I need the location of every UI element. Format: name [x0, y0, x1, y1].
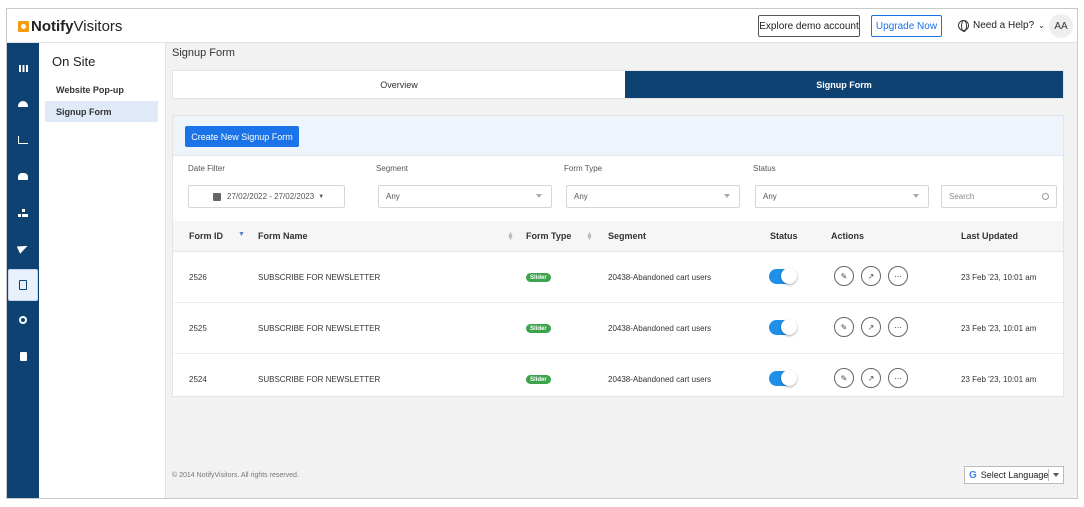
- submenu-title: On Site: [52, 54, 96, 69]
- form-id: 2526: [189, 273, 207, 282]
- table-header: Form ID ▼ Form Name ▲ ▼ Form Type ▲ ▼ Segm…: [173, 221, 1063, 252]
- more-options-icon[interactable]: ⋯: [888, 266, 908, 286]
- send-icon[interactable]: [7, 235, 39, 261]
- date-filter-field[interactable]: 27/02/2022 - 27/02/2023 ▼: [188, 185, 345, 208]
- dashboard-icon[interactable]: [7, 91, 39, 117]
- segment-name: 20438-Abandoned cart users: [608, 375, 712, 384]
- language-select[interactable]: G Select Language: [964, 466, 1064, 484]
- search-placeholder: Search: [949, 192, 975, 201]
- page-title: Signup Form: [172, 47, 235, 59]
- document-icon[interactable]: [7, 343, 39, 369]
- analytics-icon[interactable]: ↗: [861, 317, 881, 337]
- edit-icon[interactable]: ✎: [834, 368, 854, 388]
- form-type-badge: Slider: [526, 375, 551, 384]
- chevron-down-icon: ⌄: [1038, 21, 1045, 30]
- form-name[interactable]: SUBSCRIBE FOR NEWSLETTER: [258, 273, 380, 282]
- logo-icon: [18, 21, 29, 32]
- hierarchy-icon[interactable]: [7, 200, 39, 226]
- date-range-value: 27/02/2022 - 27/02/2023: [227, 192, 315, 201]
- table-row: 2525 SUBSCRIBE FOR NEWSLETTER Slider 204…: [173, 303, 1063, 354]
- caret-down-icon: [1053, 473, 1059, 477]
- status-value: Any: [763, 192, 777, 201]
- more-options-icon[interactable]: ⋯: [888, 368, 908, 388]
- status-toggle[interactable]: [769, 370, 797, 386]
- form-name[interactable]: SUBSCRIBE FOR NEWSLETTER: [258, 324, 380, 333]
- submenu: On Site Website Pop-up Signup Form: [39, 43, 166, 498]
- sort-icon[interactable]: ▲ ▼: [586, 231, 593, 242]
- column-header-status: Status: [770, 231, 798, 241]
- avatar[interactable]: AA: [1049, 14, 1073, 38]
- form-type-value: Any: [574, 192, 588, 201]
- form-type-select[interactable]: Any: [566, 185, 740, 208]
- last-updated: 23 Feb '23, 10:01 am: [961, 375, 1037, 384]
- left-nav-rail: [7, 43, 39, 498]
- caret-down-icon: ▼: [318, 193, 325, 200]
- form-type-filter-label: Form Type: [564, 164, 603, 173]
- segment-value: Any: [386, 192, 400, 201]
- status-toggle[interactable]: [769, 319, 797, 335]
- analytics-icon[interactable]: ↗: [861, 266, 881, 286]
- column-header-form-id[interactable]: Form ID: [189, 231, 223, 241]
- explore-demo-button[interactable]: Explore demo account: [758, 15, 860, 37]
- google-icon: G: [969, 469, 977, 481]
- sort-icon[interactable]: ▲ ▼: [507, 231, 514, 242]
- status-select[interactable]: Any: [755, 185, 929, 208]
- form-type-badge: Slider: [526, 273, 551, 282]
- dropdown-arrow-icon: [536, 194, 542, 198]
- logo-text-bold: Notify: [31, 18, 74, 35]
- edit-icon[interactable]: ✎: [834, 317, 854, 337]
- last-updated: 23 Feb '23, 10:01 am: [961, 324, 1037, 333]
- globe-icon: [958, 20, 969, 32]
- submenu-item-website-popup[interactable]: Website Pop-up: [45, 79, 158, 100]
- dropdown-arrow-icon: [913, 194, 919, 198]
- column-header-form-name[interactable]: Form Name: [258, 231, 308, 241]
- segment-name: 20438-Abandoned cart users: [608, 324, 712, 333]
- column-header-form-type[interactable]: Form Type: [526, 231, 571, 241]
- segment-select[interactable]: Any: [378, 185, 552, 208]
- analytics-icon[interactable]: ↗: [861, 368, 881, 388]
- search-input[interactable]: Search: [941, 185, 1057, 208]
- tab-bar: Overview Signup Form: [172, 70, 1064, 99]
- analytics-icon[interactable]: [7, 127, 39, 153]
- table-row: 2526 SUBSCRIBE FOR NEWSLETTER Slider 204…: [173, 252, 1063, 303]
- top-bar: NotifyVisitors Explore demo account Upgr…: [7, 9, 1077, 43]
- language-label: Select Language: [980, 470, 1049, 480]
- column-header-segment: Segment: [608, 231, 647, 241]
- column-header-last-updated: Last Updated: [961, 231, 1019, 241]
- tab-signup-form[interactable]: Signup Form: [625, 71, 1063, 98]
- logo-text-rest: Visitors: [73, 18, 123, 35]
- status-filter-label: Status: [753, 164, 776, 173]
- tab-overview[interactable]: Overview: [173, 71, 625, 98]
- logo[interactable]: NotifyVisitors: [18, 18, 122, 35]
- form-id: 2525: [189, 324, 207, 333]
- form-name[interactable]: SUBSCRIBE FOR NEWSLETTER: [258, 375, 380, 384]
- submenu-item-signup-form[interactable]: Signup Form: [45, 101, 158, 122]
- last-updated: 23 Feb '23, 10:01 am: [961, 273, 1037, 282]
- more-options-icon[interactable]: ⋯: [888, 317, 908, 337]
- form-id: 2524: [189, 375, 207, 384]
- create-signup-form-button[interactable]: Create New Signup Form: [185, 126, 299, 147]
- settings-icon[interactable]: [7, 307, 39, 333]
- sort-desc-icon[interactable]: ▼: [238, 231, 245, 238]
- users-icon[interactable]: [7, 163, 39, 189]
- status-toggle[interactable]: [769, 268, 797, 284]
- segment-name: 20438-Abandoned cart users: [608, 273, 712, 282]
- apps-icon[interactable]: [7, 55, 39, 81]
- help-label: Need a Help?: [973, 20, 1035, 31]
- upgrade-now-button[interactable]: Upgrade Now: [871, 15, 942, 37]
- copyright-text: © 2014 NotifyVisitors. All rights reserv…: [172, 472, 299, 479]
- form-type-badge: Slider: [526, 324, 551, 333]
- panel-header: Create New Signup Form: [173, 116, 1063, 156]
- form-icon[interactable]: [8, 269, 38, 301]
- help-menu[interactable]: Need a Help? ⌄: [958, 20, 1045, 32]
- dropdown-arrow-icon: [724, 194, 730, 198]
- calendar-icon: [213, 193, 221, 201]
- table-row: 2524 SUBSCRIBE FOR NEWSLETTER Slider 204…: [173, 354, 1063, 405]
- segment-filter-label: Segment: [376, 164, 409, 173]
- search-icon: [1042, 193, 1049, 200]
- column-header-actions: Actions: [831, 231, 865, 241]
- edit-icon[interactable]: ✎: [834, 266, 854, 286]
- date-filter-label: Date Filter: [188, 164, 225, 173]
